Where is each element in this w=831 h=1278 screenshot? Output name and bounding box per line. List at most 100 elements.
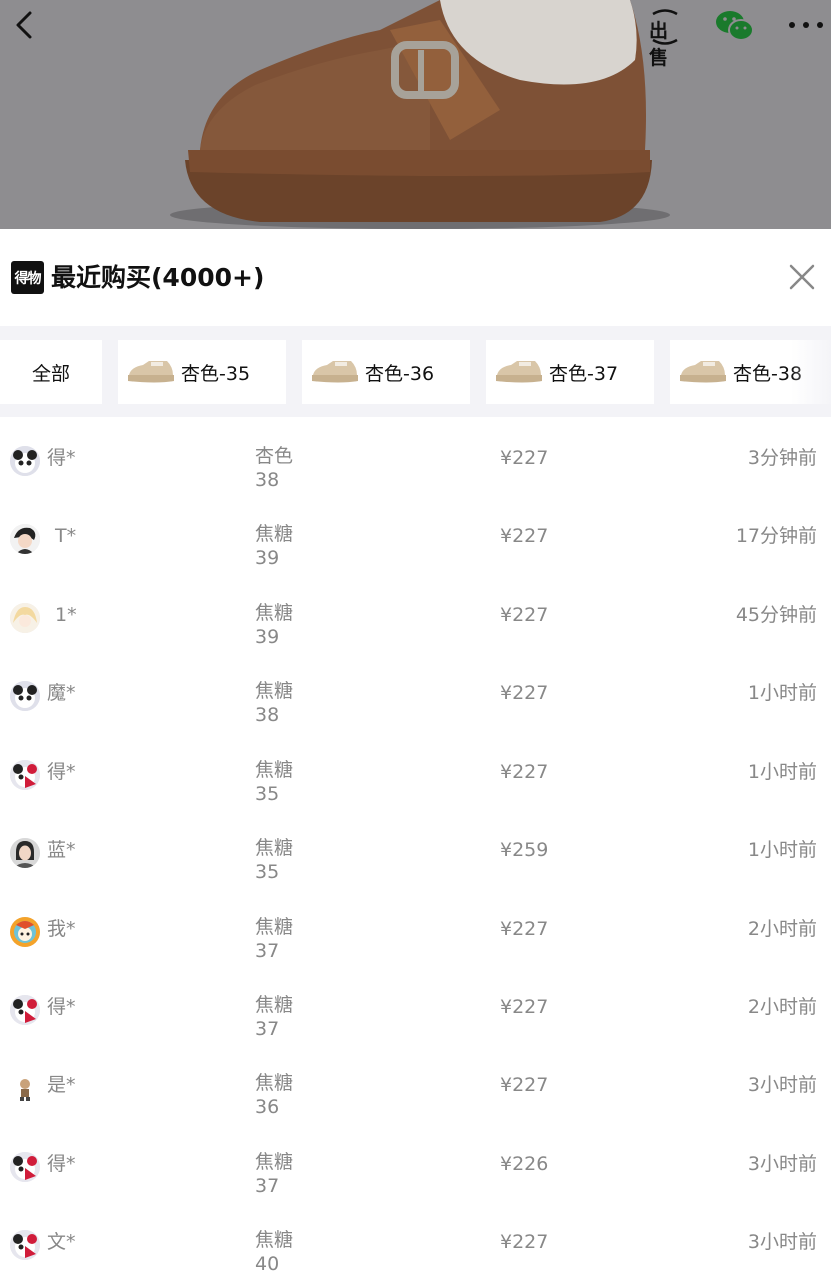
variant-color: 焦糖 [255, 1229, 294, 1251]
buyer-name: 得* [47, 1153, 76, 1175]
sheet-header: 得物 最近购买(4000+) [0, 229, 831, 326]
red-panda-avatar-icon [10, 1230, 40, 1260]
purchase-price: ¥227 [500, 996, 549, 1018]
wechat-share-button[interactable] [714, 8, 756, 44]
buyer-name: 得* [47, 761, 76, 783]
purchase-time: 3小时前 [747, 1074, 817, 1096]
filter-chip[interactable]: 杏色-37 [486, 340, 654, 404]
variant-size: 39 [255, 547, 280, 569]
avatar [10, 917, 40, 947]
boot-thumbnail-icon [680, 361, 726, 383]
purchase-row: 得* 焦糖 37 ¥227 2小时前 [0, 983, 831, 1061]
purchase-row: 是* 焦糖 36 ¥227 3小时前 [0, 1061, 831, 1139]
purchase-row: 1* 焦糖 39 ¥227 45分钟前 [0, 591, 831, 669]
purchase-price: ¥227 [500, 525, 549, 547]
more-button[interactable] [786, 10, 826, 40]
variant-color: 焦糖 [255, 994, 294, 1016]
purchase-row: 文* 焦糖 40 ¥227 3小时前 [0, 1218, 831, 1278]
avatar [10, 1152, 40, 1182]
filter-chip-label: 全部 [31, 362, 70, 385]
photo-avatar-icon [10, 838, 40, 868]
avatar [10, 838, 40, 868]
variant-size: 36 [255, 1096, 280, 1118]
sell-label: 出售 [649, 20, 668, 69]
colorful-avatar-icon [10, 917, 40, 947]
purchase-variant: 焦糖 37 [255, 915, 293, 963]
variant-color: 焦糖 [255, 602, 294, 624]
recent-purchases-sheet: 得物 最近购买(4000+) 全部 杏色-35 杏色-36 杏色-37 杏色-3… [0, 229, 831, 1278]
purchase-variant: 焦糖 37 [255, 1150, 293, 1198]
variant-color: 焦糖 [255, 916, 294, 938]
sheet-title: 最近购买(4000+) [51, 263, 265, 292]
purchase-variant: 杏色 38 [255, 444, 293, 492]
brand-logo: 得物 [11, 261, 44, 294]
avatar [10, 760, 40, 790]
filter-chip-label: 杏色-37 [549, 362, 619, 385]
variant-color: 焦糖 [255, 680, 294, 702]
buyer-name: 文* [47, 1231, 76, 1253]
buyer-name: 得* [47, 996, 76, 1018]
purchase-row: 得* 焦糖 37 ¥226 3小时前 [0, 1140, 831, 1218]
close-icon [789, 264, 815, 290]
avatar [10, 995, 40, 1025]
more-dots-icon [789, 22, 823, 28]
boot-image [0, 0, 831, 229]
purchase-row: 得* 焦糖 35 ¥227 1小时前 [0, 748, 831, 826]
boot-thumbnail-icon [496, 361, 542, 383]
buyer-name: 魔* [47, 682, 76, 704]
variant-color: 杏色 [255, 445, 294, 467]
purchase-row: 得* 杏色 38 ¥227 3分钟前 [0, 434, 831, 512]
product-image: 出售 [0, 0, 831, 229]
avatar [10, 446, 40, 476]
purchase-price: ¥227 [500, 682, 549, 704]
variant-size: 35 [255, 783, 280, 805]
variant-color: 焦糖 [255, 759, 294, 781]
panda-avatar-icon [10, 681, 40, 711]
buyer-name: 蓝* [47, 839, 76, 861]
purchase-time: 3分钟前 [747, 447, 817, 469]
filter-chip[interactable]: 杏色-36 [302, 340, 470, 404]
panda-avatar-icon [10, 446, 40, 476]
variant-size: 38 [255, 704, 280, 726]
small-character-avatar-icon [10, 1073, 40, 1103]
purchase-variant: 焦糖 39 [255, 522, 293, 570]
sell-button[interactable]: 出售 [647, 8, 683, 69]
back-button[interactable] [8, 8, 42, 42]
buyer-name: 是* [47, 1074, 76, 1096]
close-button[interactable] [786, 261, 818, 293]
purchase-time: 1小时前 [747, 839, 817, 861]
variant-color: 焦糖 [255, 1072, 294, 1094]
variant-size: 37 [255, 1175, 280, 1197]
purchase-variant: 焦糖 36 [255, 1071, 293, 1119]
filter-chip[interactable]: 杏色-35 [118, 340, 286, 404]
buyer-name: T* [55, 525, 77, 547]
purchase-time: 1小时前 [747, 682, 817, 704]
avatar [10, 1073, 40, 1103]
purchase-row: 蓝* 焦糖 35 ¥259 1小时前 [0, 826, 831, 904]
size-filter-bar: 全部 杏色-35 杏色-36 杏色-37 杏色-38 [0, 326, 831, 417]
purchase-variant: 焦糖 39 [255, 601, 293, 649]
anime-avatar-icon [10, 603, 40, 633]
purchase-price: ¥227 [500, 447, 549, 469]
variant-size: 40 [255, 1253, 280, 1275]
purchase-row: 我* 焦糖 37 ¥227 2小时前 [0, 905, 831, 983]
boot-thumbnail-icon [312, 361, 358, 383]
purchase-price: ¥226 [500, 1153, 549, 1175]
variant-color: 焦糖 [255, 837, 294, 859]
purchase-variant: 焦糖 40 [255, 1228, 293, 1276]
avatar [10, 681, 40, 711]
boy-avatar-icon [10, 524, 40, 554]
filter-chip-all[interactable]: 全部 [0, 340, 102, 404]
avatar [10, 524, 40, 554]
purchase-variant: 焦糖 37 [255, 993, 293, 1041]
purchase-time: 45分钟前 [735, 604, 817, 626]
purchase-price: ¥227 [500, 761, 549, 783]
red-panda-avatar-icon [10, 1152, 40, 1182]
purchase-time: 2小时前 [747, 996, 817, 1018]
variant-size: 38 [255, 469, 280, 491]
purchase-time: 3小时前 [747, 1231, 817, 1253]
purchase-variant: 焦糖 35 [255, 836, 293, 884]
purchase-price: ¥227 [500, 1074, 549, 1096]
purchase-price: ¥227 [500, 604, 549, 626]
purchase-variant: 焦糖 38 [255, 679, 293, 727]
